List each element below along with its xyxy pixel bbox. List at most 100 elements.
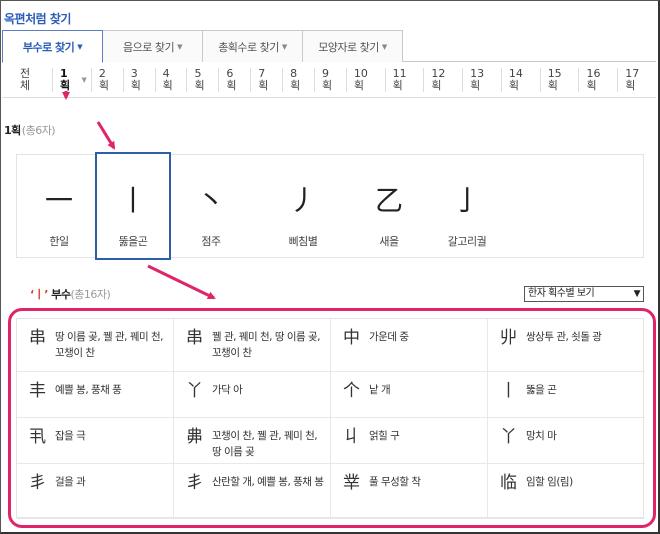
radical-item[interactable]: 乙 새을 (351, 155, 427, 259)
stroke-filter-17[interactable]: 17획 (617, 67, 656, 92)
tab-sound[interactable]: 음으로 찾기 ▼ (102, 30, 203, 62)
character-glyph: 临 (500, 473, 517, 493)
character-cell[interactable]: 串 땅 이름 곶, 꿸 관, 꿰미 천, 꼬챙이 찬 (17, 319, 174, 372)
character-glyph: 丯 (29, 473, 46, 493)
character-meaning: 꿸 관, 꿰미 천, 땅 이름 곶, 꼬챙이 찬 (212, 331, 320, 359)
radical-item[interactable]: 亅 갈고리궐 (429, 155, 505, 259)
tab-radical[interactable]: 부수로 찾기 ▼ (2, 30, 103, 63)
character-glyph: 丳 (186, 427, 203, 447)
tab-label: 음으로 찾기 (123, 40, 175, 54)
radical-glyph: 丿 (288, 184, 317, 217)
character-cell[interactable]: 串 꿸 관, 꿰미 천, 땅 이름 곶, 꼬챙이 찬 (174, 319, 331, 372)
character-meaning: 가운데 중 (369, 331, 409, 343)
stroke-filter-11[interactable]: 11획 (384, 67, 424, 92)
stroke-filter-4[interactable]: 4획 (154, 67, 187, 92)
radical-name: 새을 (379, 235, 399, 248)
character-glyph: 丫 (186, 381, 203, 401)
radical-name: 갈고리궐 (447, 235, 487, 248)
character-cell[interactable]: 丰 예쁠 봉, 풍채 풍 (17, 372, 174, 418)
radical-item-selected[interactable]: 丨 뚫을곤 (95, 152, 171, 260)
character-glyph: 串 (29, 328, 46, 348)
tab-label: 모양자로 찾기 (318, 40, 379, 54)
character-cell[interactable]: 丯 걸을 과 (17, 464, 174, 519)
stroke-filter-9[interactable]: 9획 (313, 67, 346, 92)
tab-label: 부수로 찾기 (22, 40, 75, 54)
character-cell[interactable]: 丯 산란할 개, 예쁠 봉, 풍채 봉 (174, 464, 331, 519)
character-glyph: 个 (343, 381, 360, 401)
character-meaning: 예쁠 봉, 풍채 풍 (55, 384, 122, 396)
radical-item[interactable]: 丶 점주 (173, 155, 249, 259)
stroke-filter-6[interactable]: 6획 (218, 67, 250, 92)
tab-total-strokes[interactable]: 총획수로 찾기 ▼ (202, 30, 303, 62)
stroke-filter-bar: 전체 1획 ▼ 2획 3획 4획 5획 6획 7획 8획 9획 10획 11획 1… (2, 62, 656, 98)
character-cell[interactable]: 临 임할 임(림) (488, 464, 645, 519)
radical-item[interactable]: 一 한일 (21, 155, 97, 259)
stroke-filter-5[interactable]: 5획 (186, 67, 218, 92)
stroke-filter-13[interactable]: 13획 (462, 67, 501, 92)
view-mode-value: 한자 획수별 보기 (528, 288, 595, 299)
chevron-down-icon: ▼ (77, 42, 83, 51)
radical-name: 점주 (201, 235, 221, 248)
radical-item[interactable]: 丿 삐침별 (265, 155, 341, 259)
character-meaning: 가닥 아 (212, 384, 243, 396)
chevron-down-icon: ▼ (381, 42, 387, 51)
radical-glyph: 一 (44, 184, 73, 217)
radical-list: 一 한일 丨 뚫을곤 丶 점주 丿 삐침별 乙 새을 亅 갈고리궐 (16, 152, 644, 260)
stroke-filter-2[interactable]: 2획 (90, 67, 123, 92)
character-cell[interactable]: 丫 망치 마 (488, 418, 645, 464)
chevron-down-icon: ▼ (633, 289, 641, 299)
radical-name: 한일 (49, 235, 69, 248)
tab-shape[interactable]: 모양자로 찾기 ▼ (302, 30, 403, 62)
character-meaning: 임할 임(림) (526, 476, 573, 488)
character-meaning: 낱 개 (369, 384, 391, 396)
view-mode-select[interactable]: 한자 획수별 보기 ▼ (524, 286, 644, 302)
character-glyph: 丮 (29, 427, 46, 447)
stroke-filter-all[interactable]: 전체 (16, 67, 52, 92)
character-glyph: 丵 (343, 473, 360, 493)
character-grid: 串 땅 이름 곶, 꿸 관, 꿰미 천, 꼬챙이 찬 串 꿸 관, 꿰미 천, 땅 … (16, 318, 645, 519)
character-glyph: 丩 (343, 427, 360, 447)
character-cell[interactable]: 丱 쌍상투 관, 쇳돌 광 (488, 319, 645, 372)
chevron-down-icon: ▼ (177, 42, 182, 51)
stroke-filter-15[interactable]: 15획 (539, 67, 579, 92)
character-meaning: 쌍상투 관, 쇳돌 광 (526, 331, 602, 343)
stroke-filter-10[interactable]: 10획 (345, 67, 385, 92)
stroke-filter-1[interactable]: 1획 (51, 67, 82, 92)
character-glyph: 丨 (500, 381, 517, 401)
radical-glyph: 丶 (196, 184, 225, 217)
stroke-filter-12[interactable]: 12획 (423, 67, 462, 92)
character-meaning: 걸을 과 (55, 476, 86, 488)
stroke-filter-7[interactable]: 7획 (250, 67, 282, 92)
search-mode-tabs: 부수로 찾기 ▼ 음으로 찾기 ▼ 총획수로 찾기 ▼ 모양자로 찾기 ▼ (2, 30, 656, 63)
character-glyph: 串 (186, 328, 203, 348)
character-cell[interactable]: 丳 꼬챙이 찬, 꿸 관, 꿰미 천, 땅 이름 곶 (174, 418, 331, 464)
character-meaning: 땅 이름 곶, 꿸 관, 꿰미 천, 꼬챙이 찬 (55, 331, 163, 359)
selected-radical-label: 부수 (51, 288, 71, 301)
stroke-filter-3[interactable]: 3획 (122, 67, 155, 92)
character-meaning: 풀 무성할 착 (369, 476, 421, 488)
stroke-filter-14[interactable]: 14획 (500, 67, 540, 92)
radical-glyph: 丨 (118, 184, 147, 217)
page-title: 옥편처럼 찾기 (4, 12, 71, 26)
radical-glyph: 乙 (374, 184, 403, 217)
character-cell[interactable]: 丮 잡을 극 (17, 418, 174, 464)
stroke-filter-16[interactable]: 16획 (578, 67, 617, 92)
character-meaning: 뚫을 곤 (526, 384, 557, 396)
character-glyph: 丯 (186, 473, 203, 493)
character-cell[interactable]: 个낱 개 (331, 372, 488, 418)
radical-glyph: 亅 (452, 184, 481, 217)
stroke-filter-8[interactable]: 8획 (282, 67, 314, 92)
tab-label: 총획수로 찾기 (218, 40, 279, 54)
character-cell[interactable]: 丨 뚫을 곤 (488, 372, 645, 418)
selected-radical-count: (총16자) (70, 288, 111, 301)
character-cell[interactable]: 中 가운데 중 (331, 319, 488, 372)
stroke-count-total: (총6자) (21, 124, 56, 137)
stroke-count-label: 1획 (4, 124, 21, 137)
character-cell[interactable]: 丵 풀 무성할 착 (331, 464, 488, 519)
stroke-count-heading: 1획(총6자) (4, 122, 56, 138)
character-glyph: 丰 (29, 381, 46, 401)
character-cell[interactable]: 丫 가닥 아 (174, 372, 331, 418)
character-meaning: 망치 마 (526, 430, 557, 442)
character-meaning: 얽힐 구 (369, 430, 400, 442)
character-cell[interactable]: 丩 얽힐 구 (331, 418, 488, 464)
